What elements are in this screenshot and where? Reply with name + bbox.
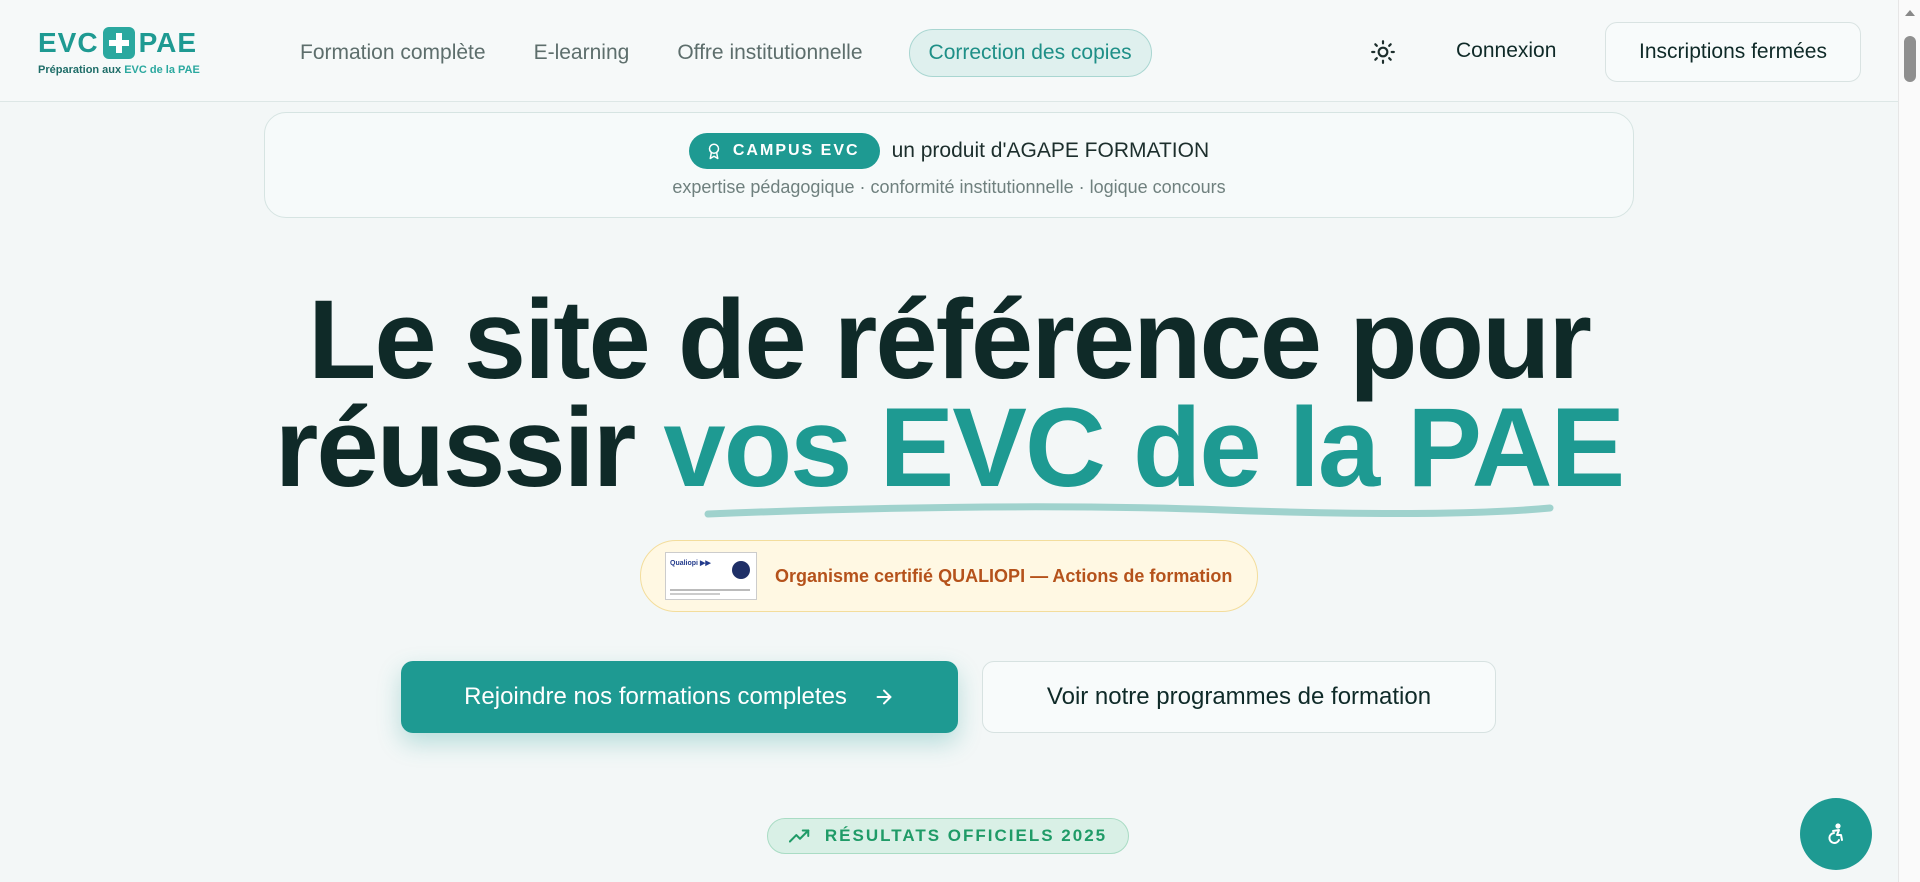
qualiopi-certification-badge: Qualiopi ▶▶ Organisme certifié QUALIOPI …	[640, 540, 1258, 612]
nav-formation-complete[interactable]: Formation complète	[300, 41, 486, 65]
qualiopi-text: Organisme certifié QUALIOPI — Actions de…	[775, 565, 1233, 586]
scroll-thumb[interactable]	[1904, 36, 1916, 82]
join-formations-button[interactable]: Rejoindre nos formations completes	[401, 661, 958, 733]
logo-brand-left: EVC	[38, 27, 99, 58]
results-badge-label: RÉSULTATS OFFICIELS 2025	[824, 826, 1108, 845]
signup-closed-button[interactable]: Inscriptions fermées	[1605, 22, 1861, 82]
logo-cross-icon	[102, 27, 135, 59]
title-underline-decoration	[704, 503, 1554, 518]
campus-banner: CAMPUS EVC un produit d'AGAPE FORMATION …	[264, 112, 1634, 218]
theme-toggle-button[interactable]	[1370, 39, 1396, 65]
page: EVC PAE Préparation aux EVC de la PAE Fo…	[0, 0, 1898, 882]
nav-correction-des-copies[interactable]: Correction des copies	[908, 29, 1152, 77]
award-icon	[708, 143, 720, 160]
view-programmes-button[interactable]: Voir notre programmes de formation	[982, 661, 1496, 733]
page-scrollbar[interactable]	[1898, 0, 1920, 882]
logo[interactable]: EVC PAE Préparation aux EVC de la PAE	[38, 26, 200, 82]
hero-title-line1: Le site de référence pour	[307, 277, 1592, 402]
scroll-up-arrow-icon[interactable]	[1905, 10, 1915, 16]
hero-title-accent: vos EVC de la PAE	[663, 385, 1625, 510]
campus-evc-badge: CAMPUS EVC	[688, 133, 880, 169]
accessibility-icon	[1828, 823, 1843, 844]
banner-product-text: un produit d'AGAPE FORMATION	[891, 139, 1210, 162]
login-link[interactable]: Connexion	[1456, 39, 1556, 63]
arrow-right-icon	[876, 689, 892, 705]
hero-title: Le site de référence pour réussir vos EV…	[0, 284, 1898, 504]
logo-tagline: Préparation aux EVC de la PAE	[38, 64, 200, 76]
qualiopi-logo: Qualiopi ▶▶	[665, 552, 757, 600]
accessibility-button[interactable]	[1800, 798, 1872, 870]
main-nav: Formation complète E-learning Offre inst…	[300, 28, 1200, 78]
trending-up-icon	[788, 829, 810, 843]
results-badge: RÉSULTATS OFFICIELS 2025	[767, 818, 1129, 854]
nav-e-learning[interactable]: E-learning	[534, 41, 630, 65]
logo-brand-right: PAE	[138, 27, 198, 58]
join-formations-label: Rejoindre nos formations completes	[464, 683, 847, 710]
banner-subtext: expertise pédagogique · conformité insti…	[672, 177, 1226, 197]
site-header: EVC PAE Préparation aux EVC de la PAE Fo…	[0, 0, 1898, 102]
sun-icon	[1371, 40, 1395, 64]
campus-badge-label: CAMPUS EVC	[732, 142, 860, 159]
nav-offre-institutionnelle[interactable]: Offre institutionnelle	[677, 41, 862, 65]
hero-title-line2: réussir	[274, 385, 664, 510]
